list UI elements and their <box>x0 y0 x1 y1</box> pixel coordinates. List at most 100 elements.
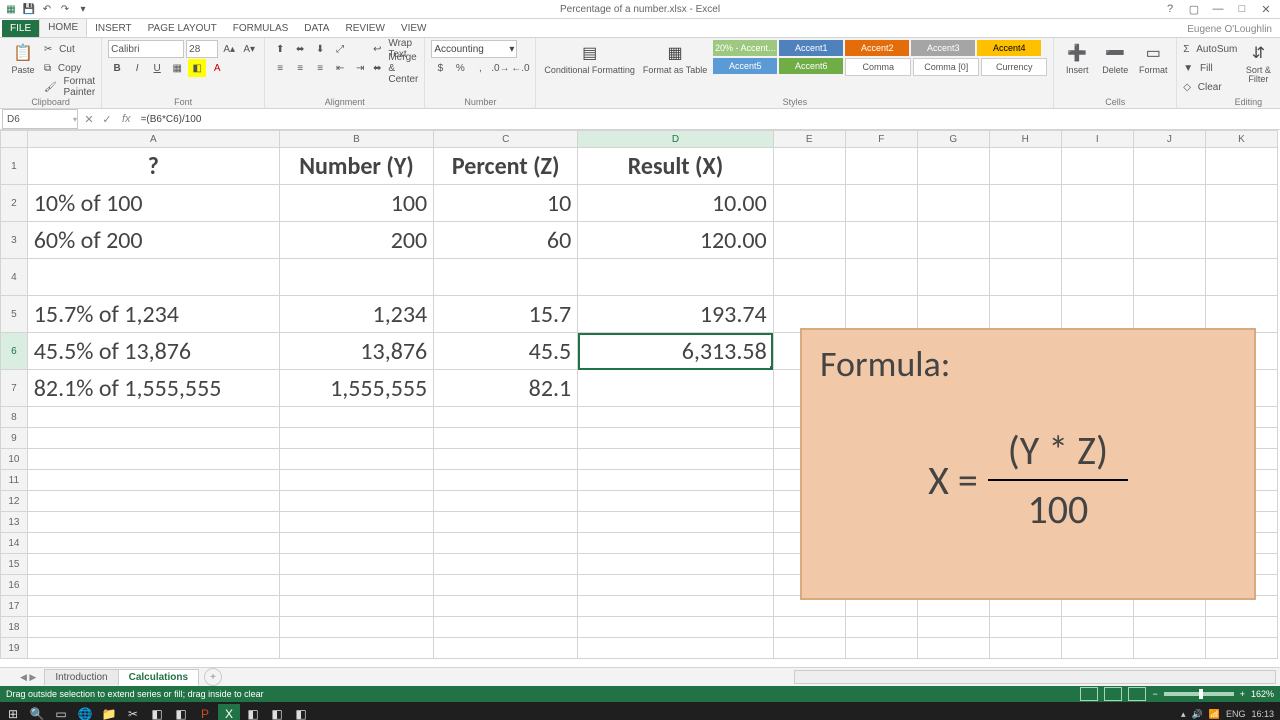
cell[interactable]: 1,555,555 <box>279 370 433 407</box>
cell[interactable] <box>434 596 578 617</box>
sheet-tab-calculations[interactable]: Calculations <box>118 669 199 686</box>
row-header[interactable]: 8 <box>1 407 28 428</box>
cell[interactable]: Result (X) <box>578 148 774 185</box>
row-header[interactable]: 6 <box>1 333 28 370</box>
cell[interactable] <box>845 185 917 222</box>
row-header[interactable]: 13 <box>1 512 28 533</box>
col-header-I[interactable]: I <box>1061 131 1133 148</box>
cell[interactable] <box>279 449 433 470</box>
name-box[interactable]: D6▾ <box>2 109 78 129</box>
formula-callout-shape[interactable]: Formula: X = (Y * Z) 100 <box>800 328 1256 600</box>
cell[interactable] <box>773 617 845 638</box>
col-header-F[interactable]: F <box>845 131 917 148</box>
cell[interactable] <box>434 259 578 296</box>
cell[interactable] <box>917 638 989 659</box>
row-header[interactable]: 1 <box>1 148 28 185</box>
cell[interactable]: 10.00 <box>578 185 774 222</box>
start-button[interactable]: ⊞ <box>2 704 24 720</box>
cell[interactable] <box>1133 185 1205 222</box>
row-header[interactable]: 5 <box>1 296 28 333</box>
cell[interactable] <box>1133 148 1205 185</box>
row-header[interactable]: 12 <box>1 491 28 512</box>
row-header[interactable]: 19 <box>1 638 28 659</box>
cell[interactable] <box>27 259 279 296</box>
cell[interactable]: Percent (Z) <box>434 148 578 185</box>
cell[interactable] <box>989 638 1061 659</box>
cell[interactable] <box>1205 259 1277 296</box>
cell[interactable] <box>989 259 1061 296</box>
row-header[interactable]: 15 <box>1 554 28 575</box>
cell[interactable]: 45.5% of 13,876 <box>27 333 279 370</box>
cell[interactable]: 193.74 <box>578 296 774 333</box>
task-view-icon[interactable]: ▭ <box>50 704 72 720</box>
tray-volume-icon[interactable]: 🔊 <box>1192 709 1203 720</box>
cell[interactable]: 10 <box>434 185 578 222</box>
cell[interactable] <box>917 296 989 333</box>
cell[interactable] <box>279 638 433 659</box>
app2-icon[interactable]: ◧ <box>170 704 192 720</box>
cell[interactable] <box>1061 185 1133 222</box>
cell-style-pill[interactable]: Accent6 <box>779 58 843 74</box>
cell[interactable] <box>27 407 279 428</box>
qat-dropdown-icon[interactable]: ▾ <box>76 2 90 16</box>
row-header[interactable]: 16 <box>1 575 28 596</box>
col-header-C[interactable]: C <box>434 131 578 148</box>
account-name[interactable]: Eugene O'Loughlin <box>1179 22 1280 37</box>
cell[interactable]: 10% of 100 <box>27 185 279 222</box>
cancel-formula-icon[interactable]: ✕ <box>80 113 98 126</box>
tab-view[interactable]: VIEW <box>393 20 435 37</box>
cell[interactable] <box>1061 638 1133 659</box>
cell[interactable] <box>845 296 917 333</box>
row-header[interactable]: 11 <box>1 470 28 491</box>
cell[interactable] <box>578 512 774 533</box>
tab-formulas[interactable]: FORMULAS <box>225 20 297 37</box>
underline-button[interactable]: U <box>148 59 166 77</box>
col-header-K[interactable]: K <box>1205 131 1277 148</box>
fill-button[interactable]: ▼ Fill <box>1183 59 1237 77</box>
ribbon-options-icon[interactable]: ▢ <box>1184 3 1204 16</box>
cell[interactable]: 60% of 200 <box>27 222 279 259</box>
cell[interactable] <box>434 470 578 491</box>
cell[interactable] <box>1205 185 1277 222</box>
tab-page-layout[interactable]: PAGE LAYOUT <box>140 20 225 37</box>
cell[interactable] <box>845 222 917 259</box>
col-header-J[interactable]: J <box>1133 131 1205 148</box>
cell[interactable] <box>279 407 433 428</box>
cell[interactable] <box>27 512 279 533</box>
app3-icon[interactable]: ◧ <box>242 704 264 720</box>
cell[interactable] <box>434 575 578 596</box>
tray-time[interactable]: 16:13 <box>1251 709 1274 719</box>
zoom-level[interactable]: 162% <box>1251 689 1274 699</box>
merge-center-button[interactable]: ⬌ Merge & Center <box>373 59 418 77</box>
cell-style-pill[interactable]: Accent4 <box>977 40 1041 56</box>
tab-file[interactable]: FILE <box>2 20 39 37</box>
cell[interactable] <box>434 428 578 449</box>
tab-home[interactable]: HOME <box>39 18 87 37</box>
copy-button[interactable]: ⧉ Copy <box>44 59 95 77</box>
cell[interactable] <box>279 512 433 533</box>
cell[interactable] <box>27 470 279 491</box>
delete-cells-button[interactable]: ➖Delete <box>1098 40 1132 77</box>
cell[interactable] <box>27 449 279 470</box>
horizontal-scrollbar[interactable] <box>794 670 1276 684</box>
cell[interactable]: ? <box>27 148 279 185</box>
cell[interactable] <box>27 491 279 512</box>
fx-icon[interactable]: fx <box>116 113 137 125</box>
powerpoint-icon[interactable]: P <box>194 704 216 720</box>
cell[interactable] <box>989 617 1061 638</box>
cell-styles-gallery[interactable]: 20% - Accent...Accent1Accent2Accent3Acce… <box>713 40 1047 76</box>
cell[interactable] <box>578 617 774 638</box>
col-header-B[interactable]: B <box>279 131 433 148</box>
cell[interactable]: 13,876 <box>279 333 433 370</box>
explorer-icon[interactable]: 📁 <box>98 704 120 720</box>
tab-review[interactable]: REVIEW <box>337 20 392 37</box>
cell[interactable]: 1,234 <box>279 296 433 333</box>
cell[interactable] <box>578 638 774 659</box>
cell[interactable] <box>27 617 279 638</box>
cut-button[interactable]: ✂ Cut <box>44 40 95 58</box>
cell[interactable] <box>578 533 774 554</box>
formula-input[interactable]: =(B6*C6)/100 <box>137 114 1280 125</box>
sort-filter-button[interactable]: ⇵Sort & Filter <box>1241 40 1275 86</box>
cell[interactable] <box>27 596 279 617</box>
select-all-corner[interactable] <box>1 131 28 148</box>
